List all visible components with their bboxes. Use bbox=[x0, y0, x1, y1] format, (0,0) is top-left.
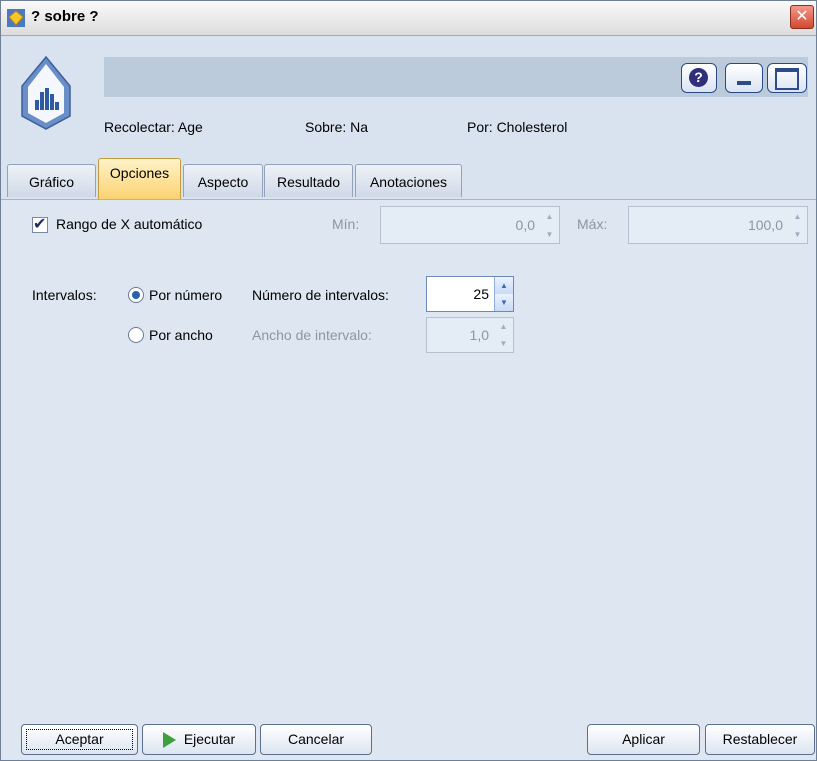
close-button[interactable]: ✕ bbox=[790, 5, 814, 29]
tab-aspecto[interactable]: Aspecto bbox=[183, 164, 263, 197]
button-bar: Aceptar Ejecutar Cancelar Aplicar Restab… bbox=[1, 716, 816, 760]
min-value: 0,0 bbox=[515, 217, 535, 233]
over-label: Sobre: Na bbox=[305, 119, 369, 135]
max-label: Máx: bbox=[577, 216, 608, 232]
auto-x-range-label: Rango de X automático bbox=[56, 216, 203, 232]
num-intervals-spinner[interactable]: 25 ▲ ▼ bbox=[426, 276, 514, 312]
auto-x-range-checkbox[interactable] bbox=[32, 214, 48, 234]
by-width-label: Por ancho bbox=[149, 327, 213, 343]
spin-down-icon[interactable]: ▼ bbox=[494, 294, 513, 311]
spin-up-icon: ▲ bbox=[499, 322, 508, 331]
play-icon bbox=[162, 732, 176, 749]
by-width-radio[interactable] bbox=[128, 327, 144, 343]
max-value: 100,0 bbox=[747, 217, 783, 233]
accept-label: Aceptar bbox=[55, 731, 104, 747]
interval-width-value: 1,0 bbox=[469, 327, 489, 343]
by-number-label: Por número bbox=[149, 287, 223, 303]
minimize-button[interactable] bbox=[725, 63, 763, 93]
maximize-icon bbox=[775, 68, 799, 90]
apply-label: Aplicar bbox=[622, 731, 665, 747]
spin-up-icon: ▲ bbox=[545, 211, 554, 221]
reset-label: Restablecer bbox=[722, 731, 798, 747]
interval-width-spinner: 1,0 ▲ ▼ bbox=[426, 317, 514, 353]
apply-button[interactable]: Aplicar bbox=[587, 724, 700, 755]
tab-grafico[interactable]: Gráfico bbox=[7, 164, 96, 197]
window-title: ? sobre ? bbox=[31, 8, 99, 25]
histogram-node-icon bbox=[21, 56, 71, 130]
max-spinner: 100,0 ▲ ▼ bbox=[628, 206, 808, 244]
spin-down-icon: ▼ bbox=[545, 229, 554, 239]
spin-up-icon: ▲ bbox=[793, 211, 802, 221]
spin-down-icon: ▼ bbox=[499, 339, 508, 348]
by-number-radio[interactable] bbox=[128, 287, 144, 303]
interval-width-label: Ancho de intervalo: bbox=[252, 327, 372, 343]
reset-button[interactable]: Restablecer bbox=[705, 724, 815, 755]
cancel-button[interactable]: Cancelar bbox=[260, 724, 372, 755]
intervals-label: Intervalos: bbox=[32, 287, 97, 303]
node-name-field[interactable]: ? bbox=[104, 57, 808, 97]
minimize-icon bbox=[737, 81, 751, 85]
min-spinner: 0,0 ▲ ▼ bbox=[380, 206, 560, 244]
accept-button[interactable]: Aceptar bbox=[21, 724, 138, 755]
num-intervals-label: Número de intervalos: bbox=[252, 287, 389, 303]
tab-anotaciones[interactable]: Anotaciones bbox=[355, 164, 462, 197]
collect-label: Recolectar: Age bbox=[104, 119, 203, 135]
by-label: Por: Cholesterol bbox=[467, 119, 568, 135]
spin-down-icon: ▼ bbox=[793, 229, 802, 239]
diamond-node-icon bbox=[7, 9, 25, 27]
help-button[interactable]: ? bbox=[681, 63, 717, 93]
tab-bar: Gráfico Opciones Aspecto Resultado Anota… bbox=[1, 151, 816, 200]
tab-opciones[interactable]: Opciones bbox=[98, 158, 181, 199]
maximize-button[interactable] bbox=[767, 63, 807, 93]
help-icon: ? bbox=[689, 68, 708, 87]
num-intervals-value: 25 bbox=[473, 286, 489, 302]
node-header: ? Recolectar: Age Sobre: Na Por: Cholest… bbox=[1, 36, 816, 151]
options-panel: Rango de X automático Mín: 0,0 ▲▼ Máx: 1… bbox=[1, 200, 816, 715]
cancel-label: Cancelar bbox=[287, 731, 345, 747]
spin-up-icon[interactable]: ▲ bbox=[494, 277, 513, 294]
min-label: Mín: bbox=[332, 216, 360, 232]
tab-resultado[interactable]: Resultado bbox=[264, 164, 353, 197]
run-button[interactable]: Ejecutar bbox=[142, 724, 256, 755]
dialog-window: ? sobre ? ✕ ? Recolectar: Age Sobre: Na … bbox=[0, 0, 817, 761]
title-bar[interactable]: ? sobre ? ✕ bbox=[1, 1, 816, 36]
run-label: Ejecutar bbox=[183, 731, 236, 747]
